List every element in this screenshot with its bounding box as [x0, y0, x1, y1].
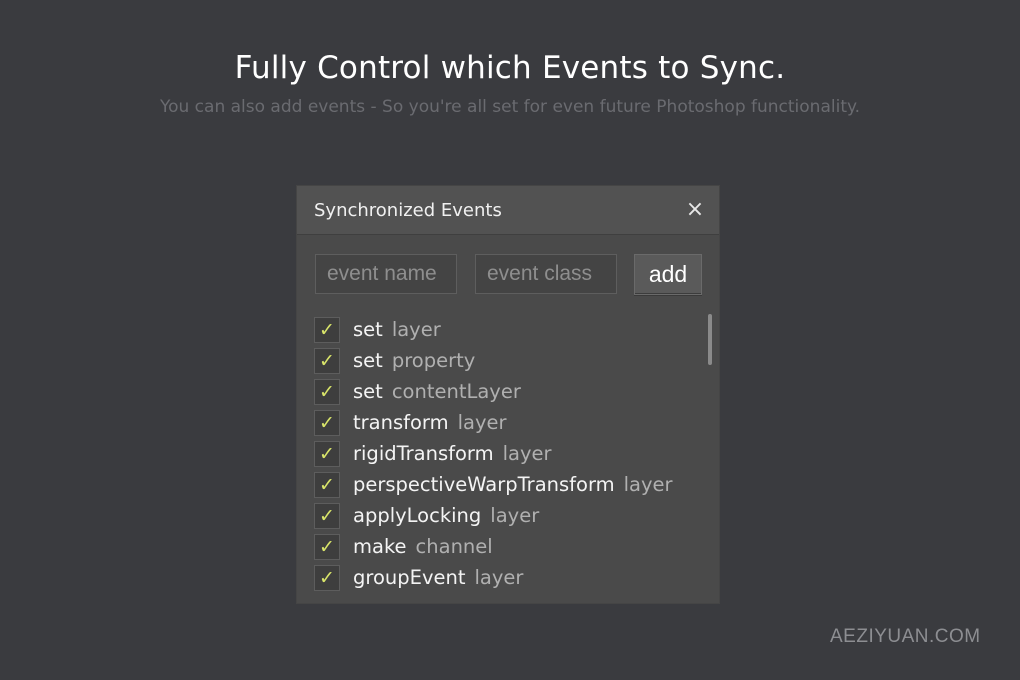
list-scrollbar[interactable] — [708, 314, 712, 365]
checkbox[interactable]: ✓ — [314, 316, 340, 343]
watermark: AEZIYUAN.COM — [830, 626, 981, 647]
event-name: transform — [353, 411, 449, 434]
event-row[interactable]: ✓ set layer — [314, 314, 694, 345]
event-class: layer — [623, 473, 673, 496]
event-name: rigidTransform — [353, 442, 494, 465]
event-row[interactable]: ✓ set property — [314, 345, 694, 376]
event-row[interactable]: ✓ set contentLayer — [314, 376, 694, 407]
hero-subtitle: You can also add events - So you're all … — [159, 97, 861, 117]
checkbox[interactable]: ✓ — [314, 378, 340, 405]
checkbox[interactable]: ✓ — [314, 564, 340, 591]
synchronized-events-panel: Synchronized Events × add ✓ set layer ✓ … — [297, 186, 719, 603]
event-row[interactable]: ✓ make channel — [314, 531, 694, 562]
checkbox[interactable]: ✓ — [314, 502, 340, 529]
checkbox[interactable]: ✓ — [314, 440, 340, 467]
event-row[interactable]: ✓ transform layer — [314, 407, 694, 438]
event-row[interactable]: ✓ groupEvent layer — [314, 562, 694, 593]
event-class-input[interactable] — [475, 254, 617, 294]
checkbox[interactable]: ✓ — [314, 409, 340, 436]
event-class: layer — [474, 566, 524, 589]
event-class: property — [391, 349, 476, 372]
event-class: layer — [391, 318, 441, 341]
checkbox[interactable]: ✓ — [314, 533, 340, 560]
event-name: make — [353, 535, 407, 558]
event-class: layer — [457, 411, 507, 434]
event-name: perspectiveWarpTransform — [353, 473, 615, 496]
panel-header: Synchronized Events × — [297, 186, 719, 235]
hero-title: Fully Control which Events to Sync. — [234, 50, 786, 86]
event-row[interactable]: ✓ applyLocking layer — [314, 500, 694, 531]
checkbox[interactable]: ✓ — [314, 347, 340, 374]
close-icon[interactable]: × — [683, 198, 707, 222]
event-name-input[interactable] — [315, 254, 457, 294]
event-class: layer — [490, 504, 540, 527]
event-row[interactable]: ✓ rigidTransform layer — [314, 438, 694, 469]
event-name: set — [353, 380, 383, 403]
event-class: channel — [415, 535, 493, 558]
event-class: contentLayer — [391, 380, 521, 403]
panel-title: Synchronized Events — [314, 200, 502, 221]
event-class: layer — [502, 442, 552, 465]
event-name: set — [353, 349, 383, 372]
add-button[interactable]: add — [634, 254, 702, 295]
event-name: set — [353, 318, 383, 341]
events-list: ✓ set layer ✓ set property ✓ set content… — [314, 314, 694, 593]
event-name: groupEvent — [353, 566, 466, 589]
event-name: applyLocking — [353, 504, 482, 527]
event-row[interactable]: ✓ perspectiveWarpTransform layer — [314, 469, 694, 500]
checkbox[interactable]: ✓ — [314, 471, 340, 498]
